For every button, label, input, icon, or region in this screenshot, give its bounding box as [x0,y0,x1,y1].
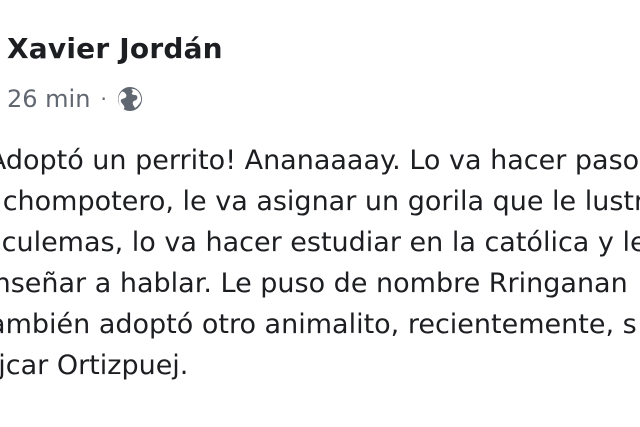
post-text-line: ¡Adoptó un perrito! Ananaaaay. Lo va hac… [0,145,640,176]
post-text: ¡Adoptó un perrito! Ananaaaay. Lo va hac… [0,140,640,386]
post-author-name[interactable]: Xavier Jordán [7,32,223,65]
post-text-line: uiculemas, lo va hacer estudiar en la ca… [0,227,640,258]
meta-separator: · [100,87,107,111]
post-text-line: n chompotero, le va asignar un gorila qu… [0,186,640,217]
globe-icon[interactable] [117,86,143,112]
post-timestamp[interactable]: 26 min [7,85,90,113]
facebook-post: Xavier Jordán 26 min · ¡Adoptó un perrit… [0,0,640,427]
post-text-line: También adoptó otro animalito, recientem… [0,309,637,340]
post-text-line: enseñar a hablar. Le puso de nombre Rrin… [0,268,628,299]
post-text-line: Ojcar Ortizpuej. [0,350,189,381]
post-meta: 26 min · [7,84,143,114]
